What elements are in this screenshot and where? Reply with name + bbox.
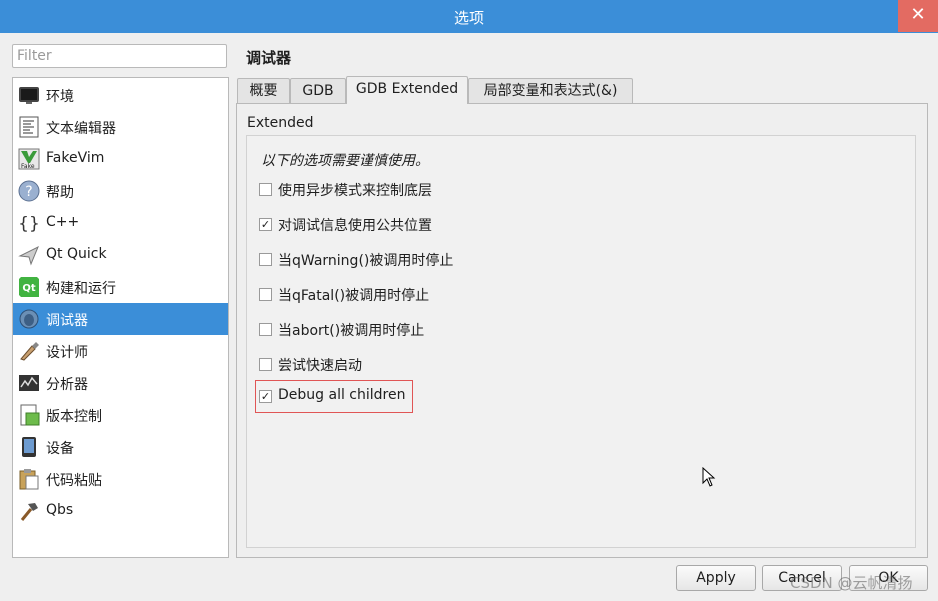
sidebar-item-label: 分析器 (46, 377, 88, 393)
mouse-cursor-icon (702, 467, 716, 487)
sidebar-item-label: 代码粘贴 (46, 473, 102, 489)
option-label: 使用异步模式来控制底层 (278, 183, 432, 199)
checkbox[interactable] (259, 183, 272, 196)
sidebar-item-fakevim[interactable]: Fake FakeVim (13, 143, 228, 175)
group-title: Extended (247, 115, 314, 131)
tab-locals-expressions[interactable]: 局部变量和表达式(&) (468, 78, 633, 103)
sidebar-item-help[interactable]: ? 帮助 (13, 175, 228, 207)
help-icon: ? (18, 180, 40, 202)
sidebar-item-text-editor[interactable]: 文本编辑器 (13, 111, 228, 143)
qt-quick-icon (18, 245, 39, 266)
sidebar-item-label: C++ (46, 214, 80, 230)
apply-button[interactable]: Apply (676, 565, 756, 591)
sidebar-item-label: FakeVim (46, 150, 105, 166)
sidebar-item-label: Qbs (46, 502, 74, 518)
sidebar-item-cpp[interactable]: {} C++ (13, 207, 228, 239)
caution-text: 以下的选项需要谨慎使用。 (261, 153, 429, 169)
hammer-icon (20, 503, 38, 521)
sidebar-item-debugger[interactable]: 调试器 (13, 303, 228, 335)
tab-gdb-extended[interactable]: GDB Extended (346, 76, 468, 104)
checkbox[interactable]: ✓ (259, 218, 272, 231)
sidebar-item-label: 帮助 (46, 185, 74, 201)
sidebar-item-label: 构建和运行 (46, 281, 116, 297)
sidebar-item-qbs[interactable]: Qbs (13, 495, 228, 527)
debugger-icon (19, 309, 39, 329)
sidebar-item-version-control[interactable]: 版本控制 (13, 399, 228, 431)
sidebar-item-qt-quick[interactable]: Qt Quick (13, 239, 228, 271)
braces-icon: {} (18, 214, 40, 234)
svg-text:{}: {} (18, 214, 40, 234)
checkbox[interactable] (259, 323, 272, 336)
option-label: 当qFatal()被调用时停止 (278, 288, 430, 304)
fakevim-icon: Fake (18, 148, 40, 170)
sidebar-item-label: Qt Quick (46, 246, 107, 262)
svg-text:Fake: Fake (21, 163, 35, 170)
sidebar-item-environment[interactable]: 环境 (13, 79, 228, 111)
option-label: 当abort()被调用时停止 (278, 323, 425, 339)
page-title: 调试器 (246, 49, 292, 67)
svg-text:Qt: Qt (22, 283, 36, 294)
version-control-icon (20, 404, 40, 426)
close-button[interactable]: ✕ (898, 0, 938, 32)
device-icon (22, 437, 36, 457)
sidebar-item-label: 版本控制 (46, 409, 102, 425)
code-paste-icon (19, 469, 39, 490)
sidebar-item-devices[interactable]: 设备 (13, 431, 228, 463)
sidebar-item-build-run[interactable]: Qt 构建和运行 (13, 271, 228, 303)
sidebar-item-code-paste[interactable]: 代码粘贴 (13, 463, 228, 495)
qt-build-icon: Qt (19, 277, 39, 297)
watermark: CSDN @云帆清扬 (790, 574, 913, 592)
filter-input[interactable] (12, 44, 227, 68)
checkbox[interactable] (259, 288, 272, 301)
sidebar-item-designer[interactable]: 设计师 (13, 335, 228, 367)
sidebar: 环境 文本编辑器 Fake FakeVim ? 帮助 {} C++ Qt Qui… (12, 77, 229, 558)
sidebar-item-label: 设备 (46, 441, 74, 457)
checkbox[interactable] (259, 253, 272, 266)
checkbox[interactable] (259, 358, 272, 371)
text-editor-icon (19, 116, 39, 138)
sidebar-item-label: 设计师 (46, 345, 88, 361)
sidebar-item-label: 环境 (46, 89, 74, 105)
option-label: 对调试信息使用公共位置 (278, 218, 432, 234)
designer-icon (20, 342, 39, 361)
tab-overview[interactable]: 概要 (237, 78, 290, 103)
analyzer-icon (19, 375, 39, 391)
sidebar-item-analyzer[interactable]: 分析器 (13, 367, 228, 399)
checkbox[interactable]: ✓ (259, 390, 272, 403)
monitor-icon (19, 87, 39, 104)
option-label: 尝试快速启动 (278, 358, 362, 374)
tab-gdb[interactable]: GDB (290, 78, 346, 103)
svg-text:?: ? (25, 184, 32, 200)
option-label: 当qWarning()被调用时停止 (278, 253, 454, 269)
option-label: Debug all children (278, 387, 406, 403)
sidebar-item-label: 调试器 (46, 313, 88, 329)
sidebar-item-label: 文本编辑器 (46, 121, 116, 137)
title-bar: 选项 ✕ (0, 0, 938, 33)
window-title: 选项 (453, 9, 484, 27)
